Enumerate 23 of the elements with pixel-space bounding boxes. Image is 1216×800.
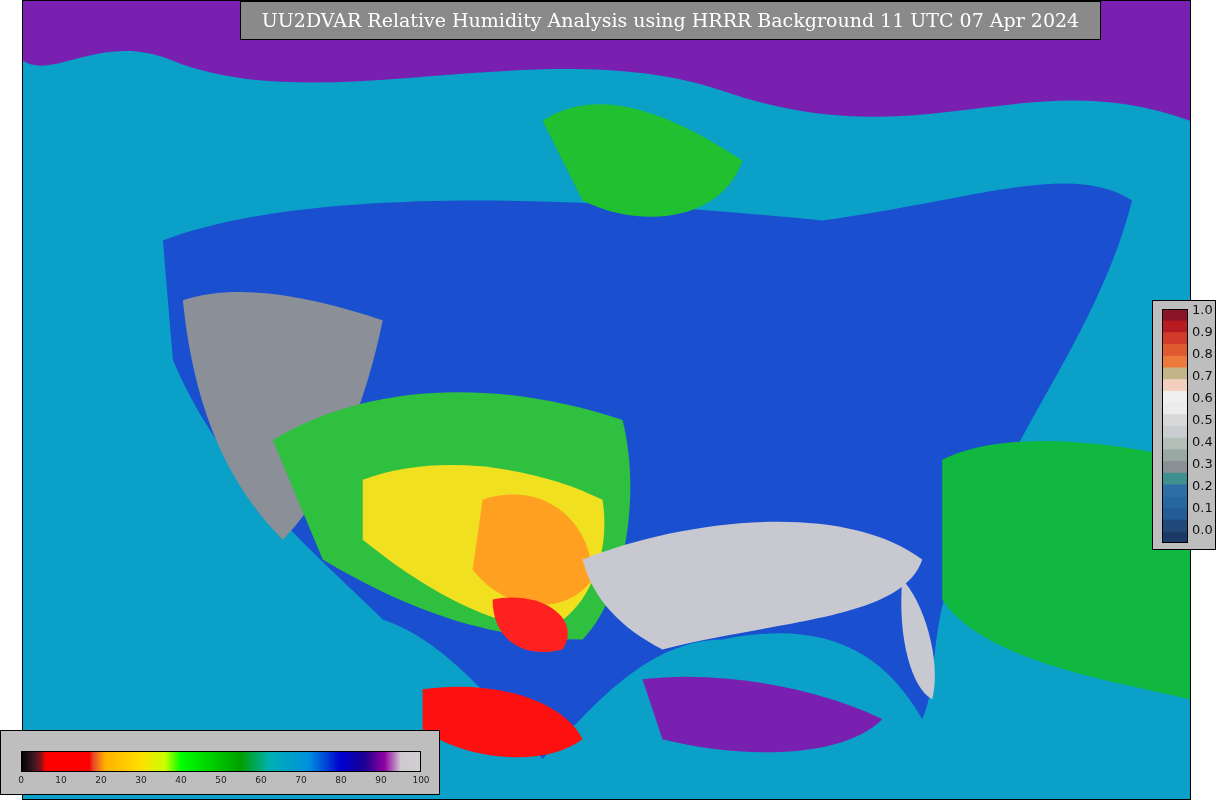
tick-label: 100 [412,774,430,786]
tick-label: 40 [175,774,187,786]
tick-label: 80 [335,774,347,786]
tick-label: 30 [135,774,147,786]
tick-label: 1.0 [1192,303,1213,317]
map-title: UU2DVAR Relative Humidity Analysis using HRRR Background 11 UTC 07 Apr 2024 [240,1,1101,40]
tick-label: 70 [295,774,307,786]
tick-label: 60 [255,774,267,786]
tick-label: 20 [95,774,107,786]
tick-label: 90 [375,774,387,786]
tick-label: 0.1 [1192,501,1213,515]
tick-label: 0.6 [1192,391,1213,405]
tick-label: 50 [215,774,227,786]
tick-label: 0.7 [1192,369,1213,383]
tick-label: 0.4 [1192,435,1213,449]
tick-label: 10 [55,774,67,786]
tick-label: 0.3 [1192,457,1213,471]
tick-label: 0.9 [1192,325,1213,339]
tick-label: 0 [18,774,24,786]
tick-label: 0.8 [1192,347,1213,361]
tick-label: 0.5 [1192,413,1213,427]
tick-label: 0.0 [1192,523,1213,537]
tick-label: 0.2 [1192,479,1213,493]
